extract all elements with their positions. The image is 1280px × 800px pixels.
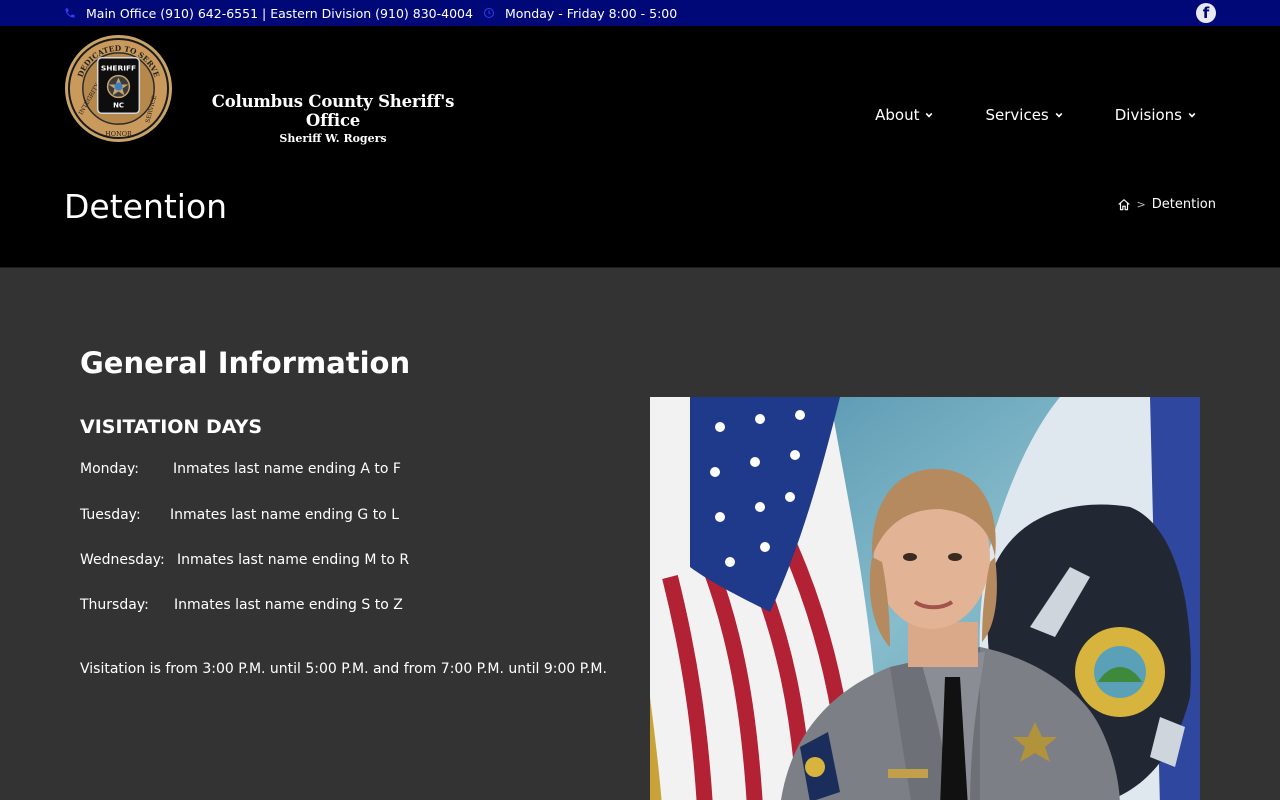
brand-block[interactable]: Columbus County Sheriff's Office Sheriff… xyxy=(188,92,478,145)
breadcrumb-separator: > xyxy=(1136,198,1146,211)
schedule-row-thursday: Thursday: Inmates last name ending S to … xyxy=(80,597,403,613)
svg-text:HONOR: HONOR xyxy=(105,130,132,138)
schedule-day: Tuesday: xyxy=(80,507,141,523)
clock-icon xyxy=(483,7,495,19)
nav-label: Divisions xyxy=(1114,106,1182,124)
breadcrumb-current: Detention xyxy=(1151,197,1216,212)
main-nav: About Services Divisions xyxy=(875,106,1196,124)
breadcrumb: > Detention xyxy=(1117,197,1216,212)
main-content: General Information VISITATION DAYS Mond… xyxy=(0,268,1280,800)
chevron-down-icon xyxy=(1055,112,1063,118)
nav-item-divisions[interactable]: Divisions xyxy=(1115,106,1196,124)
phone-numbers-text: Main Office (910) 642-6551 | Eastern Div… xyxy=(86,5,473,21)
schedule-row-monday: Monday: Inmates last name ending A to F xyxy=(80,461,401,477)
phone-icon xyxy=(64,7,76,19)
nav-label: About xyxy=(875,106,920,124)
chevron-down-icon xyxy=(926,112,933,118)
schedule-day: Wednesday: xyxy=(80,552,165,568)
nav-item-services[interactable]: Services xyxy=(985,106,1063,124)
page-title: Detention xyxy=(64,187,228,226)
section-heading: General Information xyxy=(80,346,411,380)
top-info-bar: Main Office (910) 642-6551 | Eastern Div… xyxy=(0,0,1280,26)
chevron-down-icon xyxy=(1188,112,1196,118)
schedule-day: Monday: xyxy=(80,461,139,477)
schedule-row-tuesday: Tuesday: Inmates last name ending G to L xyxy=(80,507,399,523)
schedule-row-wednesday: Wednesday: Inmates last name ending M to… xyxy=(80,552,409,568)
sheriff-seal-logo[interactable]: DEDICATED TO SERVE INTEGRITY SERVICE HON… xyxy=(64,34,173,143)
schedule-day: Thursday: xyxy=(80,597,149,613)
facebook-icon[interactable]: f xyxy=(1196,3,1216,23)
schedule-text: Inmates last name ending A to F xyxy=(173,461,401,477)
nav-label: Services xyxy=(985,106,1049,124)
detention-officer-photo xyxy=(650,397,1200,800)
page-title-bar: Detention > Detention xyxy=(0,155,1280,268)
schedule-text: Inmates last name ending S to Z xyxy=(174,597,403,613)
site-header: DEDICATED TO SERVE INTEGRITY SERVICE HON… xyxy=(0,26,1280,155)
svg-text:SHERIFF: SHERIFF xyxy=(101,64,136,73)
visitation-days-heading: VISITATION DAYS xyxy=(80,416,263,438)
visitation-hours-text: Visitation is from 3:00 P.M. until 5:00 … xyxy=(80,661,607,677)
nav-item-about[interactable]: About xyxy=(875,106,933,124)
schedule-text: Inmates last name ending G to L xyxy=(170,507,399,523)
schedule-text: Inmates last name ending M to R xyxy=(177,552,410,568)
svg-text:NC: NC xyxy=(113,101,124,109)
office-hours-text: Monday - Friday 8:00 - 5:00 xyxy=(504,5,678,21)
home-icon[interactable] xyxy=(1117,198,1131,212)
site-subtitle: Sheriff W. Rogers xyxy=(279,132,387,145)
site-title: Columbus County Sheriff's Office xyxy=(211,92,455,130)
